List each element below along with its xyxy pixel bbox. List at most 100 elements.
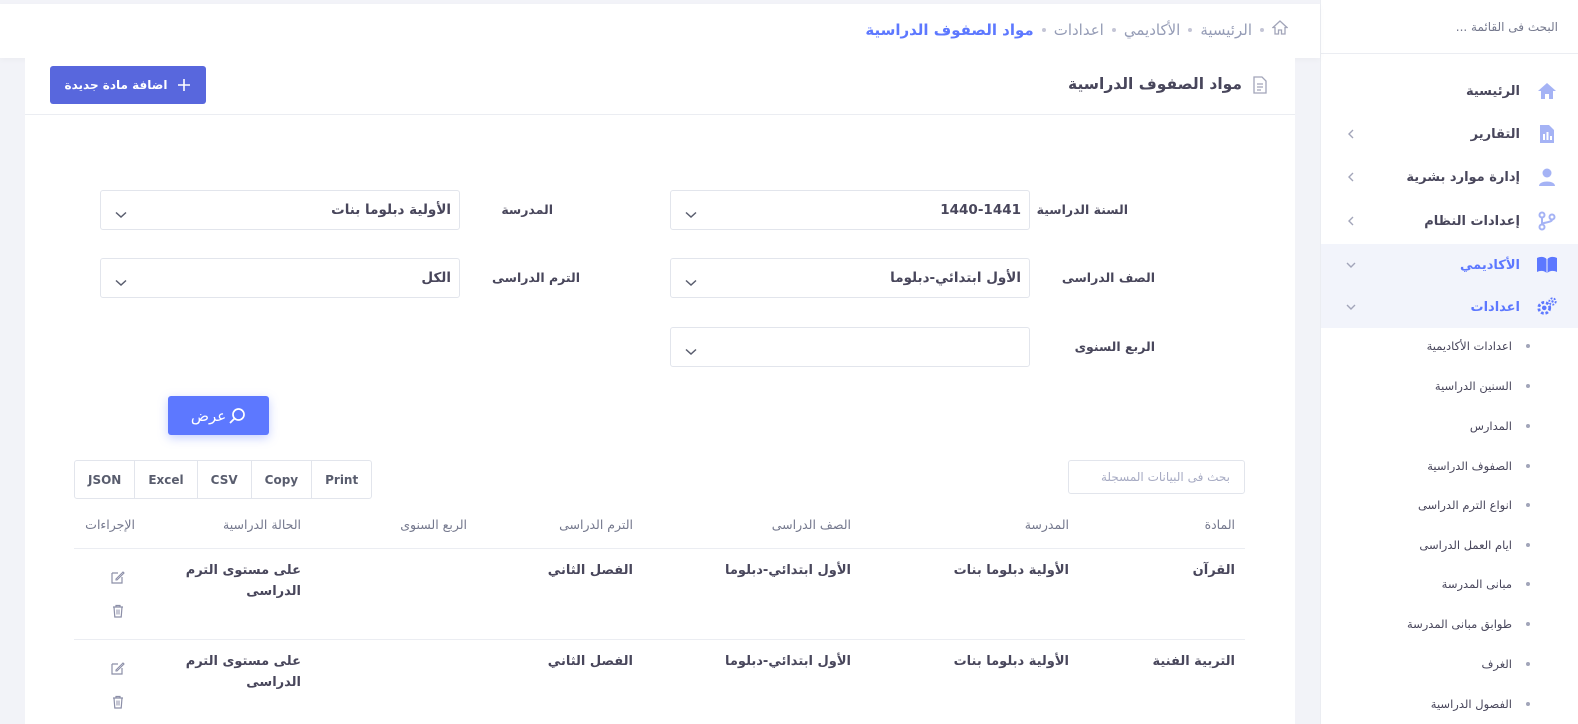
- school-select[interactable]: الأولية دبلوما بنات: [100, 190, 460, 230]
- gears-icon: [1536, 296, 1558, 318]
- git-branch-icon: [1536, 210, 1558, 232]
- column-header[interactable]: الحالة الدراسية: [223, 517, 301, 532]
- sidebar-item-settings[interactable]: اعدادات: [1321, 286, 1578, 328]
- sidebar-search: [1321, 0, 1578, 54]
- breadcrumb-separator: [1260, 27, 1264, 32]
- quarter-select[interactable]: [670, 327, 1030, 367]
- export-json-button[interactable]: JSON: [75, 461, 136, 498]
- main-card: مواد الصفوف الدراسية اضافة مادة جديدة ال…: [25, 58, 1295, 724]
- sidebar: الرئيسية التقارير إدارة موارد بشرية إعدا…: [1320, 0, 1578, 724]
- cell-subject: القرآن: [1192, 563, 1235, 578]
- sidebar-subitem[interactable]: انواع الترم الدراسى: [1321, 485, 1578, 525]
- chevron-left-icon: [1344, 170, 1358, 184]
- chevron-left-icon: [1344, 214, 1358, 228]
- trash-icon[interactable]: [110, 694, 126, 710]
- column-header[interactable]: المادة: [1205, 517, 1235, 532]
- chevron-down-icon: [685, 272, 697, 291]
- trash-icon[interactable]: [110, 603, 126, 619]
- cell-grade: الأول ابتدائي-دبلوما: [724, 563, 851, 578]
- term-select[interactable]: الكل: [100, 258, 460, 298]
- export-csv-button[interactable]: CSV: [198, 461, 252, 498]
- search-icon: [229, 407, 246, 424]
- chevron-down-icon: [685, 204, 697, 223]
- user-icon: [1536, 166, 1558, 188]
- breadcrumb-separator: [1188, 27, 1193, 32]
- breadcrumb-settings[interactable]: اعدادات: [1054, 21, 1104, 39]
- chevron-down-icon: [1344, 300, 1358, 314]
- sidebar-subitem[interactable]: طوابق مبانى المدرسة: [1321, 604, 1578, 644]
- table-divider: [74, 639, 1245, 640]
- table-search-input[interactable]: [1069, 461, 1244, 493]
- breadcrumb-home[interactable]: الرئيسية: [1200, 21, 1252, 39]
- column-header[interactable]: الصف الدراسى: [772, 517, 851, 532]
- sidebar-subitem[interactable]: مبانى المدرسة: [1321, 564, 1578, 604]
- home-icon: [1536, 80, 1558, 102]
- sidebar-subitem[interactable]: السنين الدراسية: [1321, 366, 1578, 406]
- cell-status: الدراسى: [246, 584, 301, 599]
- grade-value: الأول ابتدائي-دبلوما: [890, 270, 1021, 286]
- report-icon: [1536, 123, 1558, 145]
- cell-school: الأولية دبلوما بنات: [953, 654, 1069, 669]
- breadcrumb-separator: [1041, 27, 1046, 32]
- cell-status: على مستوى الترم: [185, 654, 301, 669]
- plus-icon: [178, 79, 191, 91]
- grade-select[interactable]: الأول ابتدائي-دبلوما: [670, 258, 1030, 298]
- sidebar-search-input[interactable]: [1358, 19, 1558, 34]
- breadcrumb: الرئيسية الأكاديمي اعدادات مواد الصفوف ا…: [865, 20, 1289, 39]
- table-search: [1068, 460, 1245, 494]
- sidebar-subitem[interactable]: الغرف: [1321, 644, 1578, 684]
- edit-icon[interactable]: [110, 569, 126, 585]
- sidebar-subitem[interactable]: ايام العمل الدراسى: [1321, 525, 1578, 565]
- export-print-button[interactable]: Print: [312, 461, 371, 498]
- bullet-dot: [1526, 424, 1530, 428]
- sidebar-subitem[interactable]: الصفوف الدراسية: [1321, 446, 1578, 486]
- column-header[interactable]: الربع السنوى: [400, 517, 467, 532]
- cell-term: الفصل الثاني: [547, 654, 633, 669]
- cell-status: الدراسى: [246, 675, 301, 690]
- bullet-dot: [1526, 702, 1530, 706]
- bullet-dot: [1526, 662, 1530, 666]
- sidebar-item-label: إدارة موارد بشرية: [1406, 169, 1520, 185]
- bullet-dot: [1526, 503, 1530, 507]
- export-buttons: JSON Excel CSV Copy Print: [74, 460, 373, 499]
- grade-label: الصف الدراسى: [1061, 270, 1155, 285]
- cell-term: الفصل الثاني: [547, 563, 633, 578]
- chevron-down-icon: [115, 272, 127, 291]
- sidebar-item-reports[interactable]: التقارير: [1321, 113, 1578, 155]
- export-excel-button[interactable]: Excel: [135, 461, 198, 498]
- sidebar-item-label: الأكاديمي: [1460, 257, 1520, 273]
- add-subject-button[interactable]: اضافة مادة جديدة: [50, 66, 206, 104]
- sidebar-subitem[interactable]: اعدادات الأكاديمية: [1321, 326, 1578, 366]
- term-value: الكل: [421, 270, 451, 286]
- cell-subject: التربية الفنية: [1152, 654, 1235, 669]
- breadcrumb-academic[interactable]: الأكاديمي: [1124, 21, 1180, 39]
- column-header[interactable]: المدرسة: [1025, 517, 1069, 532]
- home-icon[interactable]: [1271, 20, 1289, 39]
- edit-icon[interactable]: [110, 660, 126, 676]
- export-copy-button[interactable]: Copy: [252, 461, 313, 498]
- quarter-label: الربع السنوى: [1074, 339, 1155, 354]
- school-label: المدرسة: [501, 202, 553, 217]
- bullet-dot: [1526, 384, 1530, 388]
- chevron-down-icon: [115, 204, 127, 223]
- sidebar-item-label: التقارير: [1470, 126, 1520, 142]
- sidebar-subitem[interactable]: الفصول الدراسية: [1321, 684, 1578, 724]
- sidebar-item-label: اعدادات: [1470, 299, 1521, 315]
- sidebar-item-academic[interactable]: الأكاديمي: [1321, 244, 1578, 286]
- add-subject-label: اضافة مادة جديدة: [64, 78, 168, 92]
- sidebar-item-system-settings[interactable]: إعدادات النظام: [1321, 200, 1578, 242]
- sidebar-item-label: إعدادات النظام: [1424, 213, 1520, 229]
- column-header[interactable]: الترم الدراسى: [559, 517, 633, 532]
- year-select[interactable]: 1440-1441: [670, 190, 1030, 230]
- bullet-dot: [1526, 582, 1530, 586]
- year-label: السنة الدراسية: [1036, 202, 1128, 217]
- sidebar-item-hr[interactable]: إدارة موارد بشرية: [1321, 156, 1578, 198]
- show-button-label: عرض: [190, 406, 227, 425]
- bullet-dot: [1526, 622, 1530, 626]
- breadcrumb-separator: [1111, 27, 1116, 32]
- sidebar-item-home[interactable]: الرئيسية: [1321, 70, 1578, 112]
- bullet-dot: [1526, 464, 1530, 468]
- cell-school: الأولية دبلوما بنات: [953, 563, 1069, 578]
- sidebar-subitem[interactable]: المدارس: [1321, 406, 1578, 446]
- show-button[interactable]: عرض: [168, 396, 269, 435]
